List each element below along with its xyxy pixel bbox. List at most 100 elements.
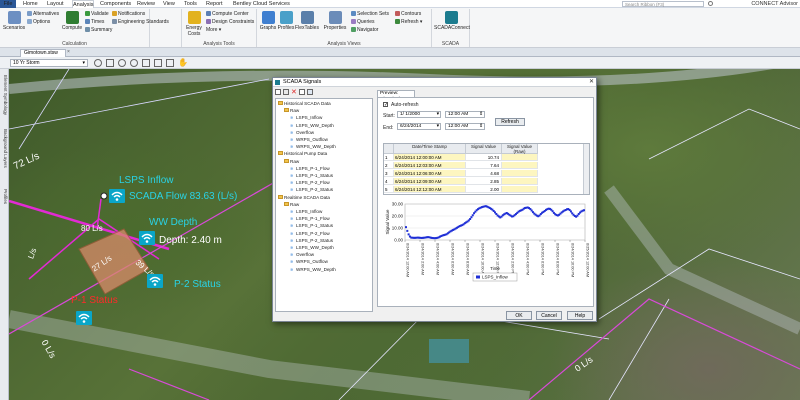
flextables-button[interactable]: FlexTables (295, 11, 319, 31)
tree-signal[interactable]: ≋ LSPS_P-1_Flow (290, 216, 330, 222)
grid-scrollbar[interactable] (583, 144, 589, 194)
compute-center-button[interactable]: Compute Center (206, 11, 249, 18)
grid-header[interactable]: Signal Value (Raw) (502, 144, 538, 154)
tree-signal[interactable]: ≋ LSPS_P-1_Flow (290, 166, 330, 172)
end-time-picker[interactable]: 12:00 AM ⇕ (445, 123, 485, 130)
ok-button[interactable]: OK (506, 311, 532, 320)
grid-cell[interactable]: 6/24/2014 12:03:00 AM (394, 162, 466, 169)
grid-cell[interactable]: 10.74 (466, 154, 502, 161)
tab-components[interactable]: Components (100, 0, 131, 8)
grid-cell-raw[interactable] (502, 162, 538, 169)
tab-bentley-cloud-services[interactable]: Bentley Cloud Services (233, 0, 290, 8)
tree-signal[interactable]: ≋ LSPS_P-1_Status (290, 173, 333, 179)
delete-icon[interactable]: ✕ (291, 88, 297, 96)
refresh-button[interactable]: Refresh (495, 118, 525, 126)
grid-cell[interactable]: 6/24/2014 12:00:00 AM (394, 154, 466, 161)
tree-signal[interactable]: ≋ LSPS_P-1_Status (290, 223, 333, 229)
validate-button[interactable]: Validate (85, 11, 109, 18)
grid-header[interactable]: Signal Value (466, 144, 502, 154)
grid-cell[interactable]: 6/24/2014 12:06:00 AM (394, 170, 466, 177)
tree-folder[interactable]: Raw (284, 158, 299, 165)
start-time-picker[interactable]: 12:00 AM ⇕ (445, 111, 485, 118)
tree-signal[interactable]: ≋ Overflow (290, 252, 314, 258)
tab-preview-historical[interactable]: Preview: Historical (377, 90, 415, 102)
zoom-in-icon[interactable] (118, 59, 126, 67)
grid-cell[interactable]: 6/24/2014 12:09:00 AM (394, 178, 466, 185)
cancel-button[interactable]: Cancel (536, 311, 562, 320)
signal-icon[interactable] (147, 274, 163, 288)
grid-cell[interactable]: 7.64 (466, 162, 502, 169)
tab-tools[interactable]: Tools (184, 0, 197, 8)
zoom-extents-icon[interactable] (94, 59, 102, 67)
graphs-button[interactable]: Graphs (259, 11, 277, 31)
zoom-realtime-icon[interactable] (166, 59, 174, 67)
tree-signal[interactable]: ≋ WRPS_WW_Depth (290, 267, 336, 273)
scenario-dropdown[interactable]: 10 Yr Storm ▾ (10, 59, 88, 67)
energy-costs-button[interactable]: Energy Costs (184, 11, 204, 37)
scenarios-button[interactable]: Scenarios (2, 11, 26, 31)
tab-layout[interactable]: Layout (47, 0, 64, 8)
refresh-icon[interactable] (307, 89, 313, 95)
scadaconnect-button[interactable]: SCADAConnect (434, 11, 470, 31)
signal-icon[interactable] (76, 311, 92, 325)
properties-button[interactable]: Properties (323, 11, 347, 31)
grid-cell[interactable]: 2.85 (466, 178, 502, 185)
tree-signal[interactable]: ≋ LSPS_P-2_Flow (290, 231, 330, 237)
profiles-button[interactable]: Profiles (277, 11, 295, 31)
dock-element-symbology[interactable]: Element Symbology (1, 75, 8, 115)
tree-signal[interactable]: ≋ WRPS_WW_Depth (290, 144, 336, 150)
design-constraints-button[interactable]: Design Constraints (206, 19, 254, 26)
times-button[interactable]: Times (85, 19, 104, 26)
grid-cell-raw[interactable] (502, 178, 538, 185)
tree-signal[interactable]: ≋ LSPS_Inflow (290, 115, 322, 121)
tree-signal[interactable]: ≋ LSPS_WW_Depth (290, 245, 334, 251)
tab-report[interactable]: Report (206, 0, 223, 8)
tree-folder[interactable]: Historical SCADA Data (278, 101, 331, 107)
refresh-button[interactable]: Refresh ▾ (395, 19, 422, 26)
signal-icon[interactable] (109, 189, 125, 203)
new-icon[interactable] (275, 89, 281, 95)
tree-folder[interactable]: Realtime SCADA Data (278, 194, 330, 201)
dock-profiles[interactable]: Profiles (1, 189, 8, 204)
more-button[interactable]: More ▾ (206, 27, 221, 34)
pan-hand-icon[interactable]: ✋ (178, 58, 188, 67)
signal-icon[interactable] (139, 231, 155, 245)
tab-review[interactable]: Review (137, 0, 155, 8)
zoom-previous-icon[interactable] (142, 59, 150, 67)
alternatives-button[interactable]: Alternatives (27, 11, 59, 18)
summary-button[interactable]: Summary (85, 27, 112, 34)
tab-gimotown[interactable]: Gimotown.stsw (20, 49, 66, 57)
grid-cell[interactable]: 6/24/2014 12:12:00 AM (394, 186, 466, 193)
end-date-picker[interactable]: 6/24/2014 ▾ (397, 123, 441, 130)
zoom-window-icon[interactable] (106, 59, 114, 67)
auto-refresh-checkbox[interactable]: ✓ (383, 102, 388, 108)
tree-signal[interactable]: ≋ LSPS_P-2_Status (290, 238, 333, 244)
zoom-out-icon[interactable] (130, 59, 138, 67)
grid-cell[interactable]: 4.68 (466, 170, 502, 177)
tree-signal[interactable]: ≋ LSPS_Inflow (290, 209, 322, 215)
selection-sets-button[interactable]: Selection Sets (351, 11, 389, 18)
tree-folder[interactable]: Raw (284, 201, 299, 208)
zoom-next-icon[interactable] (154, 59, 162, 67)
manhole[interactable] (100, 192, 108, 200)
close-icon[interactable]: ✕ (589, 78, 594, 87)
start-date-picker[interactable]: 1/ 1/2000 ▾ (397, 111, 441, 118)
tree-folder[interactable]: Raw (284, 108, 299, 114)
tree-signal[interactable]: ≋ WRPS_Outflow (290, 259, 328, 265)
connect-advisor[interactable]: CONNECT Advisor (751, 0, 798, 8)
tab-view[interactable]: View (163, 0, 175, 8)
edit-icon[interactable] (283, 89, 289, 95)
rename-icon[interactable] (299, 89, 305, 95)
tree-folder[interactable]: Historical Pump Data (278, 151, 327, 157)
ribbon-search-input[interactable]: Search Ribbon (F3) (622, 1, 704, 7)
tree-signal[interactable]: ≋ LSPS_WW_Depth (290, 123, 334, 129)
tab-analysis[interactable]: Analysis (72, 0, 94, 8)
grid-cell-raw[interactable] (502, 170, 538, 177)
tree-signal[interactable]: ≋ Overflow (290, 130, 314, 136)
tree-signal[interactable]: ≋ LSPS_P-2_Flow (290, 180, 330, 186)
contours-button[interactable]: Contours (395, 11, 421, 18)
tab-home[interactable]: Home (23, 0, 38, 8)
grid-header[interactable] (384, 144, 394, 154)
help-button[interactable]: Help (567, 311, 593, 320)
search-icon[interactable] (708, 1, 713, 6)
